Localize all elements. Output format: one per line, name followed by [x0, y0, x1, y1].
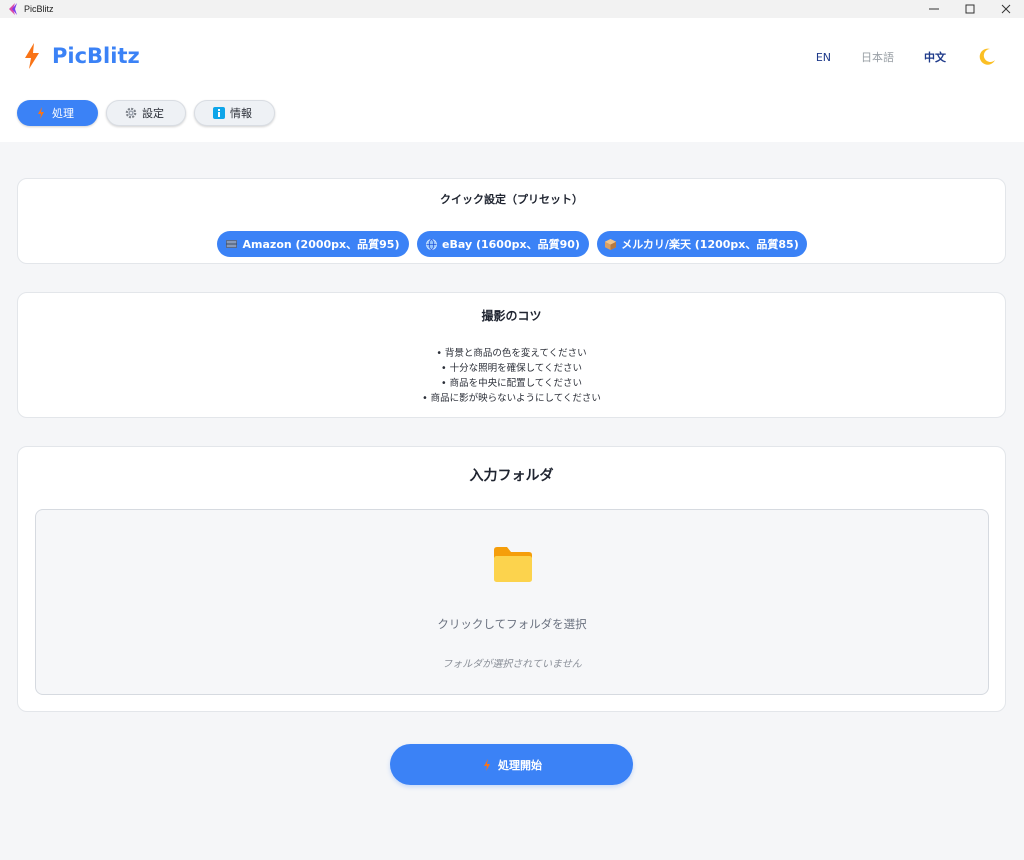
- lightning-icon: [35, 107, 47, 119]
- tab-settings[interactable]: 設定: [106, 100, 186, 126]
- lightning-icon: [22, 42, 42, 70]
- box-icon: [226, 238, 238, 250]
- photo-tips-card: 撮影のコツ • 背景と商品の色を変えてください • 十分な照明を確保してください…: [17, 292, 1006, 418]
- lang-ja[interactable]: 日本語: [861, 49, 894, 65]
- minimize-icon[interactable]: [916, 0, 952, 18]
- tip-item: • 商品に影が映らないようにしてください: [422, 393, 601, 404]
- gear-icon: [125, 107, 137, 119]
- language-switcher: EN 日本語 中文: [786, 46, 998, 68]
- preset-label: メルカリ/楽天 (1200px、品質85): [621, 238, 799, 251]
- folder-select-dropzone[interactable]: クリックしてフォルダを選択 フォルダが選択されていません: [35, 509, 989, 695]
- window-titlebar: PicBlitz: [0, 0, 1024, 18]
- input-folder-title: 入力フォルダ: [469, 468, 554, 484]
- window-controls: [916, 0, 1024, 18]
- preset-ebay-button[interactable]: eBay (1600px、品質90): [416, 231, 589, 257]
- folder-icon: [492, 546, 534, 584]
- app-icon: [7, 3, 19, 15]
- preset-label: Amazon (2000px、品質95): [242, 238, 400, 251]
- tab-info[interactable]: 情報: [194, 100, 275, 126]
- tips-title: 撮影のコツ: [481, 309, 542, 323]
- close-icon[interactable]: [988, 0, 1024, 18]
- window-title: PicBlitz: [24, 4, 54, 14]
- maximize-icon[interactable]: [952, 0, 988, 18]
- quick-settings-card: クイック設定（プリセット） Amazon (2000px、品質95) eBay …: [17, 178, 1006, 264]
- tab-label: 情報: [230, 107, 252, 120]
- tips-list: • 背景と商品の色を変えてください • 十分な照明を確保してください • 商品を…: [18, 346, 1005, 406]
- select-folder-label: クリックしてフォルダを選択: [437, 617, 587, 631]
- lang-en[interactable]: EN: [816, 51, 831, 64]
- moon-icon[interactable]: [976, 46, 998, 68]
- brand-name: PicBlitz: [52, 44, 140, 68]
- preset-label: eBay (1600px、品質90): [442, 238, 580, 251]
- input-folder-card: 入力フォルダ クリックしてフォルダを選択 フォルダが選択されていません: [17, 446, 1006, 712]
- tab-label: 処理: [52, 107, 74, 120]
- globe-icon: [425, 238, 437, 250]
- tab-label: 設定: [142, 107, 164, 120]
- brand: PicBlitz: [22, 42, 140, 70]
- lightning-icon: [481, 758, 493, 771]
- preset-amazon-button[interactable]: Amazon (2000px、品質95): [216, 231, 409, 257]
- package-icon: [604, 238, 616, 250]
- start-processing-button[interactable]: 処理開始: [390, 744, 633, 785]
- start-processing-label: 処理開始: [498, 758, 542, 772]
- main-tabs: 処理 設定 情報: [17, 100, 283, 126]
- preset-mercari-rakuten-button[interactable]: メルカリ/楽天 (1200px、品質85): [596, 231, 807, 257]
- preset-buttons: Amazon (2000px、品質95) eBay (1600px、品質90) …: [18, 231, 1005, 257]
- lang-zh[interactable]: 中文: [924, 49, 946, 65]
- info-icon: [213, 107, 225, 119]
- quick-settings-title: クイック設定（プリセット）: [440, 193, 583, 206]
- tip-item: • 十分な照明を確保してください: [440, 363, 583, 374]
- app-header: PicBlitz EN 日本語 中文 処理 設定 情報: [0, 18, 1024, 142]
- tab-process[interactable]: 処理: [17, 100, 98, 126]
- folder-status-text: フォルダが選択されていません: [442, 659, 582, 670]
- tip-item: • 商品を中央に配置してください: [440, 378, 583, 389]
- tip-item: • 背景と商品の色を変えてください: [436, 348, 587, 359]
